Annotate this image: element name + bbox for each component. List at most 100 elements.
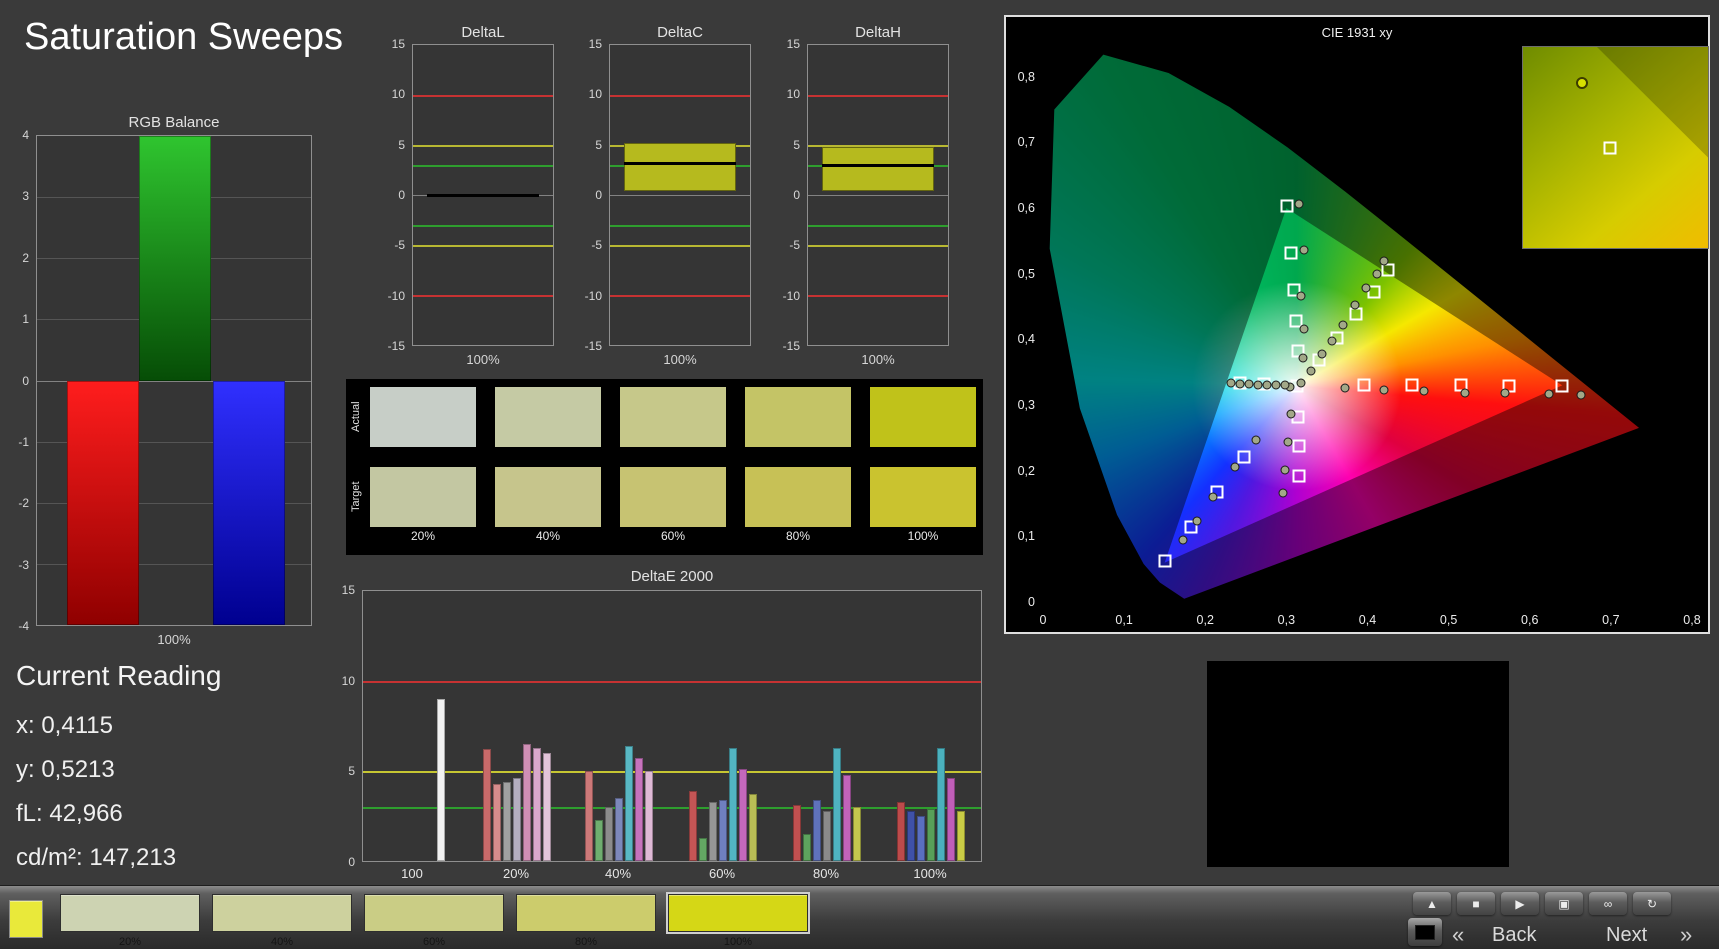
measurement-marker [1361,283,1371,293]
y-tick-label: 0,6 [1017,201,1035,216]
y-tick-label: -15 [387,339,405,353]
deltae-bar [709,801,717,861]
delta-bar [624,143,736,191]
blank-screen-button[interactable] [1408,918,1442,946]
reference-line [808,245,948,247]
delta-plot [412,44,554,346]
deltae-bar [689,790,697,861]
pattern-swatch[interactable] [212,894,352,932]
column-label: 100% [907,529,939,543]
back-button[interactable]: Back [1492,924,1536,947]
deltae-bar [729,747,737,861]
play-button[interactable]: ▶ [1501,892,1539,915]
pattern-swatch[interactable] [364,894,504,932]
measurement-marker [1327,336,1337,346]
measurement-marker [1350,300,1360,310]
stop-button[interactable]: ■ [1457,892,1495,915]
reference-line [808,95,948,97]
y-tick-label: 10 [786,87,800,102]
measurement-marker [1317,349,1327,359]
target-marker [1284,246,1298,260]
next-button[interactable]: Next [1606,924,1647,947]
refresh-button[interactable]: ↻ [1633,892,1671,915]
screen-icon [1415,924,1435,940]
y-tick-label: 5 [398,137,405,152]
deltae-bar [833,747,841,861]
delta-chart-title: DeltaC [657,24,703,41]
color-swatch [495,387,601,447]
measurement-marker [1379,385,1389,395]
deltae-bar [645,771,653,861]
rgb-balance-title: RGB Balance [128,114,220,131]
gridline [610,145,750,146]
pattern-swatch-label: 20% [118,936,142,948]
current-pattern-swatch[interactable] [9,900,43,938]
gridline [808,245,948,246]
reference-line [808,295,948,297]
x-tick-label: 60% [708,866,736,881]
gridline [413,145,553,146]
eject-button[interactable]: ▲ [1413,892,1451,915]
measurement-marker [1299,324,1309,334]
measurement-marker [1280,380,1290,390]
color-swatch [620,467,726,527]
deltae-bar [493,783,501,861]
deltae-bar [595,819,603,861]
y-tick-label: 10 [588,87,602,102]
measurement-marker [1235,379,1245,389]
measurement-marker [1379,256,1389,266]
reference-line [610,165,750,167]
y-tick-label: 0,1 [1017,529,1035,544]
deltae-bar [853,807,861,861]
measurement-marker [1253,380,1263,390]
measurement-marker [1298,353,1308,363]
x-tick-label: 100 [401,866,423,881]
reference-line [610,145,750,147]
reference-line [413,165,553,167]
gridline [610,245,750,246]
measurement-marker [1230,462,1240,472]
measurement-marker [1283,437,1293,447]
delta-chart-title: DeltaL [461,24,505,41]
color-swatch [370,387,476,447]
gridline [808,195,948,196]
measured-value-marker [427,194,539,197]
deltae-bar [793,805,801,861]
measurement-marker [1500,388,1510,398]
app-window: Saturation Sweeps RGB Balance 4 3 2 1 0 -1 -2-… [0,0,1719,949]
reference-line [610,95,750,97]
next-chevron-icon[interactable]: » [1680,922,1692,948]
deltae-bar [719,799,727,861]
deltae-bar [813,799,821,861]
y-tick-label: -10 [387,288,405,303]
y-tick-label: 0 [793,188,800,202]
x-tick-label: 0 [1039,613,1047,627]
deltae-bar [513,778,521,861]
color-swatch [620,387,726,447]
eject-icon: ▲ [1426,896,1438,911]
deltae-bar [483,749,491,861]
pattern-swatch[interactable] [516,894,656,932]
deltae-bar [635,758,643,861]
delta-y-axis: 15 10 5 0 -5 -10 -15 [575,38,605,352]
deltae-bar [523,744,531,861]
column-label: 60% [660,529,686,543]
pattern-button[interactable]: ▣ [1545,892,1583,915]
deltae-bar [625,745,633,861]
measurement-marker [1251,435,1261,445]
back-chevron-icon[interactable]: « [1452,922,1464,948]
y-tick-label: 10 [341,673,355,688]
measurement-marker [1299,245,1309,255]
y-tick-label: 0 [348,855,355,869]
color-swatch [870,387,976,447]
pattern-swatch[interactable] [668,894,808,932]
continuous-button[interactable]: ∞ [1589,892,1627,915]
measurement-marker [1262,380,1272,390]
target-marker [1280,199,1294,213]
target-marker [1292,439,1306,453]
reference-line [413,95,553,97]
y-tick-label: 0,4 [1017,332,1035,347]
pattern-icon: ▣ [1558,896,1570,911]
pattern-swatch[interactable] [60,894,200,932]
gridline [610,295,750,296]
